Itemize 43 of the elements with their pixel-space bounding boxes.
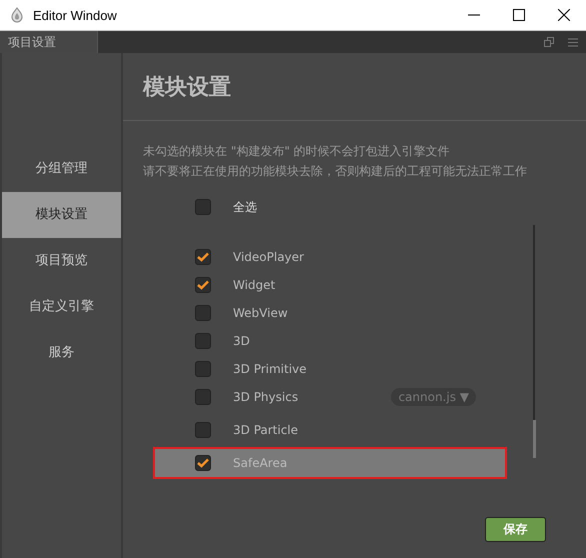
window-title: Editor Window [33,8,117,22]
sidebar-item[interactable]: 分组管理 [2,146,121,192]
section-heading: 模块设置 [143,74,231,102]
module-label: 3D Particle [233,423,298,437]
module-row[interactable]: 3D Particle [123,411,475,449]
module-row[interactable]: 3D Physics cannon.js ▼ [123,383,475,411]
checkbox[interactable] [195,333,211,349]
close-icon[interactable] [558,9,570,21]
module-row[interactable]: 3D [123,327,475,355]
menu-icon[interactable] [568,38,578,46]
sidebar-item[interactable]: 服务 [2,330,121,376]
save-button[interactable]: 保存 [485,517,546,542]
module-label: 3D [233,334,250,348]
popout-icon[interactable] [544,37,554,47]
module-row[interactable]: 3D Primitive [123,355,475,383]
note-text: 请不要将正在使用的功能模块去除，否则构建后的工程可能无法正常工作 [143,163,528,180]
panel-tab[interactable]: 项目设置 [0,31,98,53]
checkbox[interactable] [195,422,211,438]
sidebar-item[interactable]: 自定义引擎 [2,284,121,330]
module-label: SafeArea [233,456,288,470]
module-label: VideoPlayer [233,250,304,264]
module-row[interactable]: Widget [123,271,475,299]
module-row[interactable]: WebView [123,299,475,327]
select-all-label: 全选 [233,198,257,216]
module-label: Widget [233,278,276,292]
note-text: 未勾选的模块在 "构建发布" 的时候不会打包进入引擎文件 [143,143,451,160]
module-label: WebView [233,306,288,320]
sidebar-item[interactable]: 模块设置 [2,192,121,238]
app-logo-icon [9,7,25,23]
scrollbar-thumb[interactable] [533,420,536,458]
engine-dropdown[interactable]: cannon.js ▼ [391,388,476,406]
sidebar-item[interactable]: 项目预览 [2,238,121,284]
module-label: 3D Physics [233,390,298,404]
checkbox[interactable] [195,199,211,215]
checkbox[interactable] [195,305,211,321]
maximize-icon[interactable] [513,9,525,21]
checkbox[interactable] [195,389,211,405]
checkbox[interactable] [195,277,211,293]
module-label: 3D Primitive [233,362,307,376]
checkbox[interactable] [195,455,211,471]
checkbox[interactable] [195,361,211,377]
module-row[interactable]: VideoPlayer [123,243,475,271]
checkbox[interactable] [195,249,211,265]
